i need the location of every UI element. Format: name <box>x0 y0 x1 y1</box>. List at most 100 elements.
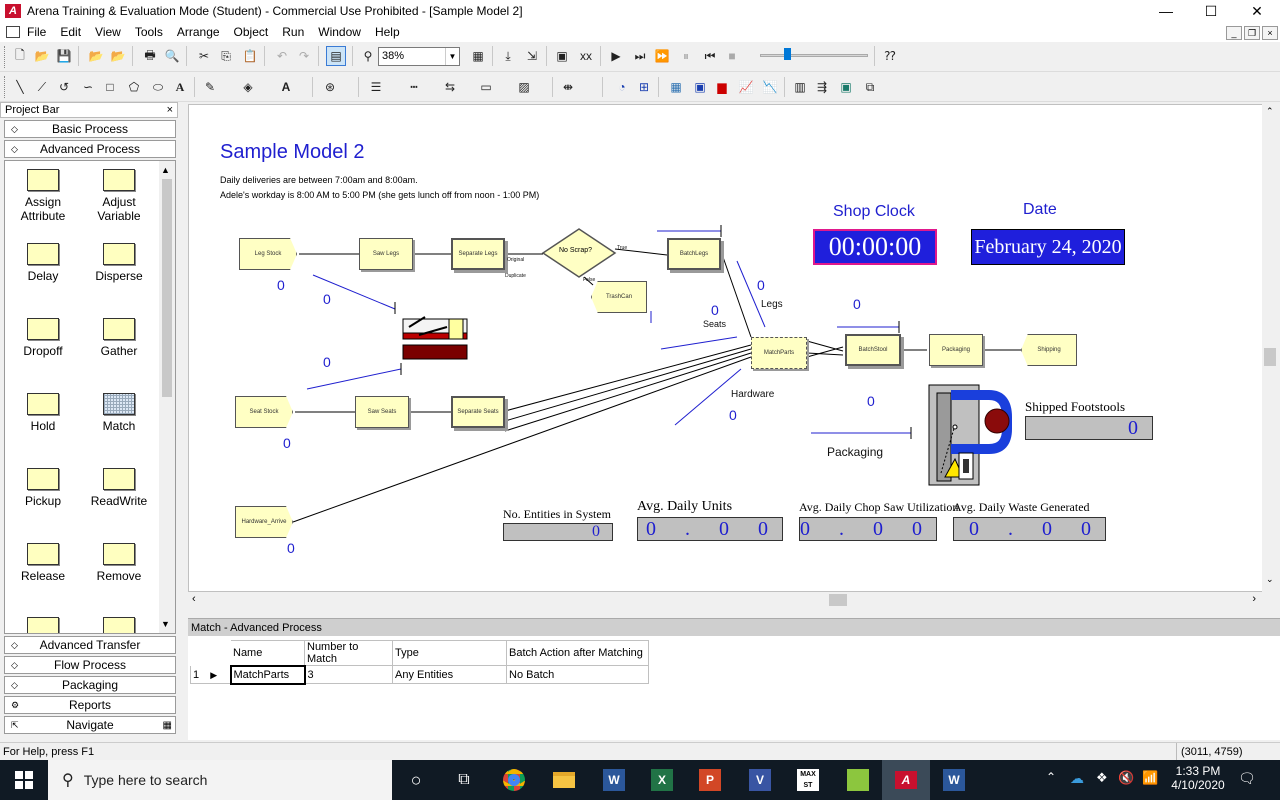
menu-object[interactable]: Object <box>227 25 276 39</box>
visio-icon[interactable]: V <box>736 760 784 800</box>
notifications-icon[interactable]: 🗨 <box>1238 770 1256 787</box>
text-icon[interactable]: A <box>170 77 190 97</box>
module-hold[interactable]: Hold <box>7 393 79 433</box>
chevron-down-icon[interactable]: ▼ <box>161 619 170 629</box>
step-icon[interactable]: ⏭ <box>630 46 650 66</box>
chevron-down-icon[interactable]: ⌄ <box>1266 574 1274 585</box>
level-icon[interactable]: ▣ <box>690 77 710 97</box>
fast-forward-icon[interactable]: ⏩ <box>652 46 672 66</box>
chevron-up-icon[interactable]: ▲ <box>161 165 170 175</box>
menu-window[interactable]: Window <box>311 25 368 39</box>
module-adjust-variable[interactable]: Adjust Variable <box>83 169 155 223</box>
child-minimize-button[interactable]: _ <box>1226 26 1242 40</box>
maximize-button[interactable]: ☐ <box>1188 0 1234 22</box>
cell-type[interactable]: Any Entities <box>392 665 507 684</box>
canvas-vscroll-thumb[interactable] <box>1264 348 1276 366</box>
cut-icon[interactable]: ✂ <box>194 46 214 66</box>
module-delay[interactable]: Delay <box>7 243 79 283</box>
template-attach-icon[interactable]: 📂 <box>86 46 106 66</box>
cell-name[interactable]: MatchParts <box>229 664 306 685</box>
text-color-icon[interactable]: A <box>276 77 296 97</box>
print-preview-icon[interactable]: 🔍 <box>162 46 182 66</box>
panel-advanced-transfer[interactable]: ◇ Advanced Transfer <box>4 636 176 654</box>
line-width-icon[interactable]: ☰ <box>366 77 386 97</box>
excel-icon[interactable]: X <box>638 760 686 800</box>
animate-at-desktop-icon[interactable]: xx <box>576 46 596 66</box>
child-close-button[interactable]: × <box>1262 26 1278 40</box>
copy-icon[interactable]: ⎘ <box>216 46 236 66</box>
menu-arrange[interactable]: Arrange <box>170 25 227 39</box>
toolbar-grip[interactable] <box>4 76 7 98</box>
fill-color-icon[interactable]: ◈ <box>238 77 258 97</box>
module-readwrite[interactable]: ReadWrite <box>83 468 155 508</box>
child-restore-button[interactable]: ❐ <box>1244 26 1260 40</box>
module-gather[interactable]: Gather <box>83 318 155 358</box>
column-header-type[interactable]: Type <box>392 640 507 666</box>
create-leg-stock[interactable]: Leg Stock <box>239 238 297 270</box>
windows-start-icon[interactable] <box>0 760 48 800</box>
cell-number-to-match[interactable]: 3 <box>304 665 393 684</box>
column-header-name[interactable]: Name <box>230 640 305 666</box>
taskbar-search-box[interactable]: ⚲ Type here to search <box>48 760 392 800</box>
model-note-workday[interactable]: Adele's workday is 8:00 AM to 5:00 PM (s… <box>220 190 539 200</box>
module-match[interactable]: Match <box>83 393 155 433</box>
connector[interactable] <box>806 340 844 352</box>
plot-icon[interactable]: 📈 <box>736 77 756 97</box>
batch-legs[interactable]: BatchLegs <box>667 238 721 270</box>
chevron-left-icon[interactable]: ‹ <box>192 593 196 605</box>
queue-line-saw-seats[interactable] <box>306 368 402 390</box>
process-saw-seats[interactable]: Saw Seats <box>355 396 409 428</box>
paste-icon[interactable]: 📋 <box>240 46 260 66</box>
date-display[interactable]: February 24, 2020 <box>971 229 1125 265</box>
arrange-icon[interactable]: ⇼ <box>558 77 578 97</box>
avg-daily-units-value[interactable]: 0 . 0 0 <box>637 517 783 541</box>
line-icon[interactable]: ╲ <box>10 77 30 97</box>
chrome-icon[interactable] <box>490 760 538 800</box>
palette-scrollbar[interactable]: ▲ ▼ <box>159 161 175 633</box>
animation-speed-track[interactable] <box>760 54 868 57</box>
ellipse-icon[interactable]: ⬭ <box>148 77 168 97</box>
panel-basic-process[interactable]: ◇ Basic Process <box>4 120 176 138</box>
shipped-footstools-value[interactable]: 0 <box>1025 416 1153 440</box>
dispose-shipping[interactable]: Shipping <box>1021 334 1077 366</box>
task-view-icon[interactable]: ⧉ <box>440 760 488 800</box>
panel-navigate[interactable]: ⇱ Navigate ▦ <box>4 716 176 734</box>
shop-clock-display[interactable]: 00:00:00 <box>813 229 937 265</box>
column-header-batch-action[interactable]: Batch Action after Matching <box>506 640 649 666</box>
polygon-icon[interactable]: ⬠ <box>124 77 144 97</box>
batch-stool[interactable]: BatchStool <box>845 334 901 366</box>
menu-tools[interactable]: Tools <box>128 25 170 39</box>
module-remove[interactable]: Remove <box>83 543 155 583</box>
connect-icon[interactable]: ⤓ <box>498 46 518 66</box>
model-title[interactable]: Sample Model 2 <box>220 141 365 164</box>
chop-saw-utilization-value[interactable]: 0 . 0 0 <box>799 517 937 541</box>
canvas-horizontal-scrollbar[interactable]: ‹ › <box>188 592 1264 608</box>
module-dropoff[interactable]: Dropoff <box>7 318 79 358</box>
animation-speed-thumb[interactable] <box>784 48 791 60</box>
thumbnail-icon[interactable]: ▦ <box>163 718 172 734</box>
maxstat-icon[interactable]: MAX ST <box>784 760 832 800</box>
box-icon[interactable]: □ <box>100 77 120 97</box>
clock-icon[interactable]: ◔ <box>612 77 632 97</box>
word-icon-2[interactable]: W <box>930 760 978 800</box>
toolbar-grip[interactable] <box>4 46 7 68</box>
dropbox-icon[interactable]: ❖ <box>1096 770 1108 786</box>
menu-view[interactable]: View <box>88 25 128 39</box>
cortana-icon[interactable]: ○ <box>392 760 440 800</box>
save-icon[interactable]: 💾 <box>54 46 74 66</box>
menu-edit[interactable]: Edit <box>53 25 88 39</box>
template-detach-icon[interactable]: 📂 <box>108 46 128 66</box>
palette-scroll-thumb[interactable] <box>162 179 172 397</box>
panel-reports[interactable]: ⚙ Reports <box>4 696 176 714</box>
canvas-vertical-scrollbar[interactable]: ⌃ ⌄ <box>1262 104 1278 592</box>
chart-app-icon[interactable] <box>834 760 882 800</box>
arc-icon[interactable]: ↺ <box>54 77 74 97</box>
module-assign-attribute[interactable]: Assign Attribute <box>7 169 79 223</box>
undo-icon[interactable]: ↶ <box>272 46 292 66</box>
minimize-button[interactable]: — <box>1143 0 1189 22</box>
column-header-number-to-match[interactable]: Number to Match <box>304 640 393 666</box>
menu-help[interactable]: Help <box>368 25 407 39</box>
powerpoint-icon[interactable]: P <box>686 760 734 800</box>
match-parts[interactable]: MatchParts <box>751 337 807 369</box>
panel-flow-process[interactable]: ◇ Flow Process <box>4 656 176 674</box>
